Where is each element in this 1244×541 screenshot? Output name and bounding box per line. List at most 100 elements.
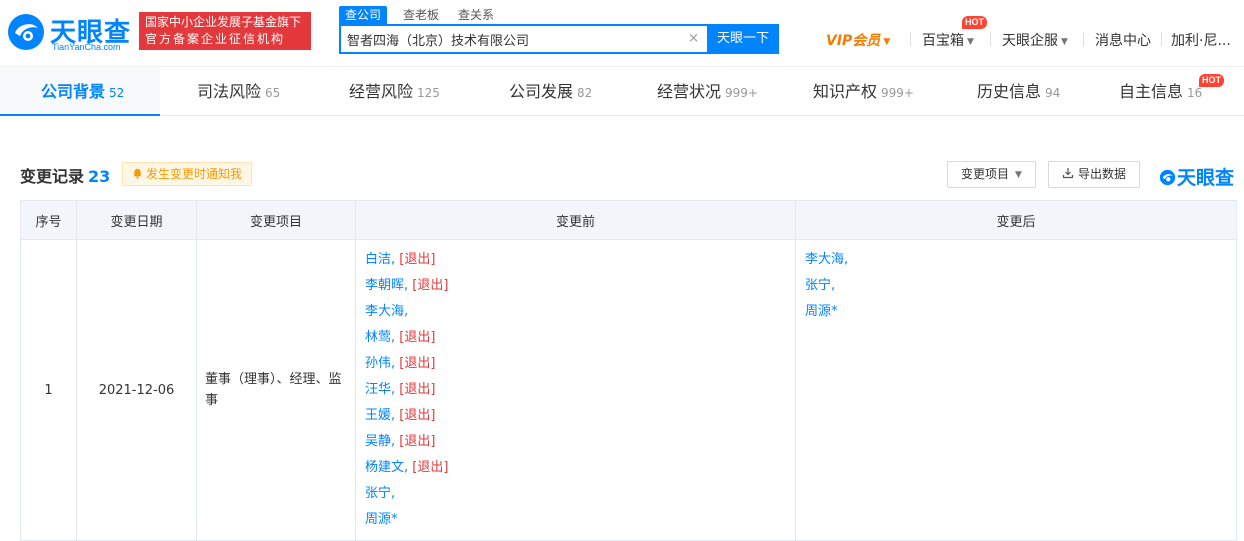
user-menu[interactable]: 加利·尼... bbox=[1171, 30, 1243, 50]
exit-tag: [退出] bbox=[399, 356, 436, 371]
clear-icon[interactable]: × bbox=[688, 31, 699, 46]
enterprise-menu[interactable]: 天眼企服 ▼ bbox=[1002, 30, 1068, 50]
person-link[interactable]: 周源* bbox=[805, 304, 838, 319]
tab-operating-status[interactable]: 经营状况 999+ bbox=[657, 67, 758, 116]
person-link[interactable]: 林莺, bbox=[365, 330, 395, 345]
person-link[interactable]: 吴静, bbox=[365, 434, 395, 449]
list-item: 孙伟, [退出] bbox=[365, 351, 786, 377]
nav-divider bbox=[990, 32, 991, 46]
chevron-down-icon: ▼ bbox=[967, 37, 974, 47]
enterprise-label: 天眼企服 bbox=[1002, 33, 1058, 49]
column-header-before: 变更前 bbox=[355, 200, 796, 240]
tab-company-background[interactable]: 公司背景 52 bbox=[41, 67, 124, 116]
column-header-after: 变更后 bbox=[795, 200, 1237, 240]
list-item: 林莺, [退出] bbox=[365, 325, 786, 351]
tab-judicial-risk[interactable]: 司法风险 65 bbox=[197, 67, 280, 116]
exit-tag: [退出] bbox=[399, 382, 436, 397]
top-header: 天眼查 TianYanCha.com 国家中小企业发展子基金旗下 官方备案企业征… bbox=[0, 0, 1244, 66]
cell-index: 1 bbox=[20, 239, 77, 541]
bell-icon bbox=[133, 168, 142, 179]
tab-label: 经营状况 bbox=[657, 82, 722, 101]
vip-menu[interactable]: VIP会员 ▼ bbox=[826, 30, 890, 50]
tab-label: 经营风险 bbox=[349, 82, 414, 101]
person-link[interactable]: 杨建文, bbox=[365, 460, 408, 475]
cell-change-item: 董事（理事）、经理、监事 bbox=[196, 239, 356, 541]
hot-badge: HOT bbox=[1199, 74, 1224, 87]
logo-domain: TianYanCha.com bbox=[52, 42, 121, 52]
tab-label: 知识产权 bbox=[813, 82, 878, 101]
treasure-label: 百宝箱 bbox=[922, 33, 964, 49]
tab-label: 公司发展 bbox=[509, 82, 574, 101]
search-input[interactable] bbox=[341, 26, 671, 52]
tab-count: 999+ bbox=[881, 86, 914, 100]
person-link[interactable]: 王媛, bbox=[365, 408, 395, 423]
exit-tag: [退出] bbox=[412, 460, 449, 475]
tab-self-info[interactable]: 自主信息 16 bbox=[1119, 67, 1202, 116]
gov-badge-line2: 官方备案企业征信机构 bbox=[145, 32, 286, 46]
person-link[interactable]: 张宁, bbox=[365, 486, 395, 501]
exit-tag: [退出] bbox=[399, 408, 436, 423]
tab-count: 16 bbox=[1187, 86, 1203, 100]
messages-link[interactable]: 消息中心 bbox=[1095, 30, 1151, 50]
person-link[interactable]: 周源* bbox=[365, 512, 398, 527]
change-item-filter[interactable]: 变更项目 ▼ bbox=[947, 161, 1036, 188]
tab-count: 65 bbox=[265, 86, 281, 100]
hot-badge: HOT bbox=[962, 16, 987, 29]
person-link[interactable]: 李大海, bbox=[805, 252, 848, 267]
person-link[interactable]: 李大海, bbox=[365, 304, 408, 319]
person-link[interactable]: 张宁, bbox=[805, 278, 835, 293]
chevron-down-icon: ▼ bbox=[883, 37, 891, 47]
gov-badge-line1: 国家中小企业发展子基金旗下 bbox=[145, 15, 302, 29]
list-item: 李大海, bbox=[365, 299, 786, 325]
list-item: 吴静, [退出] bbox=[365, 429, 786, 455]
table-header-row: 序号 变更日期 变更项目 变更前 变更后 bbox=[20, 200, 1237, 240]
column-header-date: 变更日期 bbox=[76, 200, 197, 240]
notify-label: 发生变更时通知我 bbox=[146, 167, 243, 181]
person-link[interactable]: 汪华, bbox=[365, 382, 395, 397]
search-tab-company[interactable]: 查公司 bbox=[339, 6, 388, 24]
search-tab-boss[interactable]: 查老板 bbox=[403, 6, 439, 24]
search-box: × bbox=[339, 24, 707, 54]
watermark-text: 天眼查 bbox=[1177, 167, 1235, 189]
list-item: 白洁, [退出] bbox=[365, 247, 786, 273]
tab-history-info[interactable]: 历史信息 94 bbox=[977, 67, 1060, 116]
logo-mark-icon bbox=[1159, 169, 1176, 186]
tab-label: 公司背景 bbox=[41, 82, 106, 101]
notify-on-change-button[interactable]: 发生变更时通知我 bbox=[122, 162, 253, 186]
tianyancha-watermark: 天眼查 bbox=[1159, 163, 1234, 190]
chevron-down-icon: ▼ bbox=[1061, 37, 1068, 47]
section-count: 23 bbox=[88, 167, 111, 186]
nav-divider bbox=[910, 32, 911, 46]
section-title: 变更记录 23 bbox=[20, 163, 110, 187]
change-records-table: 序号 变更日期 变更项目 变更前 变更后 1 2021-12-06 董事（理事）… bbox=[20, 200, 1237, 541]
tab-label: 自主信息 bbox=[1119, 82, 1184, 101]
search-button[interactable]: 天眼一下 bbox=[707, 24, 779, 54]
section-title-text: 变更记录 bbox=[20, 167, 85, 186]
tab-intellectual-property[interactable]: 知识产权 999+ bbox=[813, 67, 914, 116]
person-link[interactable]: 李朝晖, bbox=[365, 278, 408, 293]
person-link[interactable]: 白洁, bbox=[365, 252, 395, 267]
nav-divider bbox=[1083, 32, 1084, 46]
exit-tag: [退出] bbox=[399, 434, 436, 449]
tab-operating-risk[interactable]: 经营风险 125 bbox=[349, 67, 440, 116]
filter-label: 变更项目 bbox=[961, 167, 1010, 181]
tianyancha-logo[interactable]: 天眼查 TianYanCha.com bbox=[6, 10, 132, 54]
list-item: 张宁, bbox=[805, 273, 1227, 299]
search-tab-relation[interactable]: 查关系 bbox=[458, 6, 494, 24]
government-badge: 国家中小企业发展子基金旗下 官方备案企业征信机构 bbox=[139, 12, 311, 50]
export-label: 导出数据 bbox=[1077, 167, 1126, 181]
export-data-button[interactable]: 导出数据 bbox=[1048, 161, 1140, 188]
main-tabs: 公司背景 52 司法风险 65 经营风险 125 公司发展 82 经营状况 999+ 知识… bbox=[0, 66, 1244, 116]
tab-count: 82 bbox=[577, 86, 593, 100]
tab-company-development[interactable]: 公司发展 82 bbox=[509, 67, 592, 116]
cell-after: 李大海, 张宁, 周源* bbox=[795, 239, 1237, 541]
exit-tag: [退出] bbox=[399, 330, 436, 345]
tab-count: 999+ bbox=[725, 86, 758, 100]
list-item: 王媛, [退出] bbox=[365, 403, 786, 429]
exit-tag: [退出] bbox=[399, 252, 436, 267]
list-item: 汪华, [退出] bbox=[365, 377, 786, 403]
person-link[interactable]: 孙伟, bbox=[365, 356, 395, 371]
column-header-index: 序号 bbox=[20, 200, 77, 240]
nav-divider bbox=[1161, 32, 1162, 46]
treasure-menu[interactable]: 百宝箱 ▼ bbox=[922, 30, 974, 50]
